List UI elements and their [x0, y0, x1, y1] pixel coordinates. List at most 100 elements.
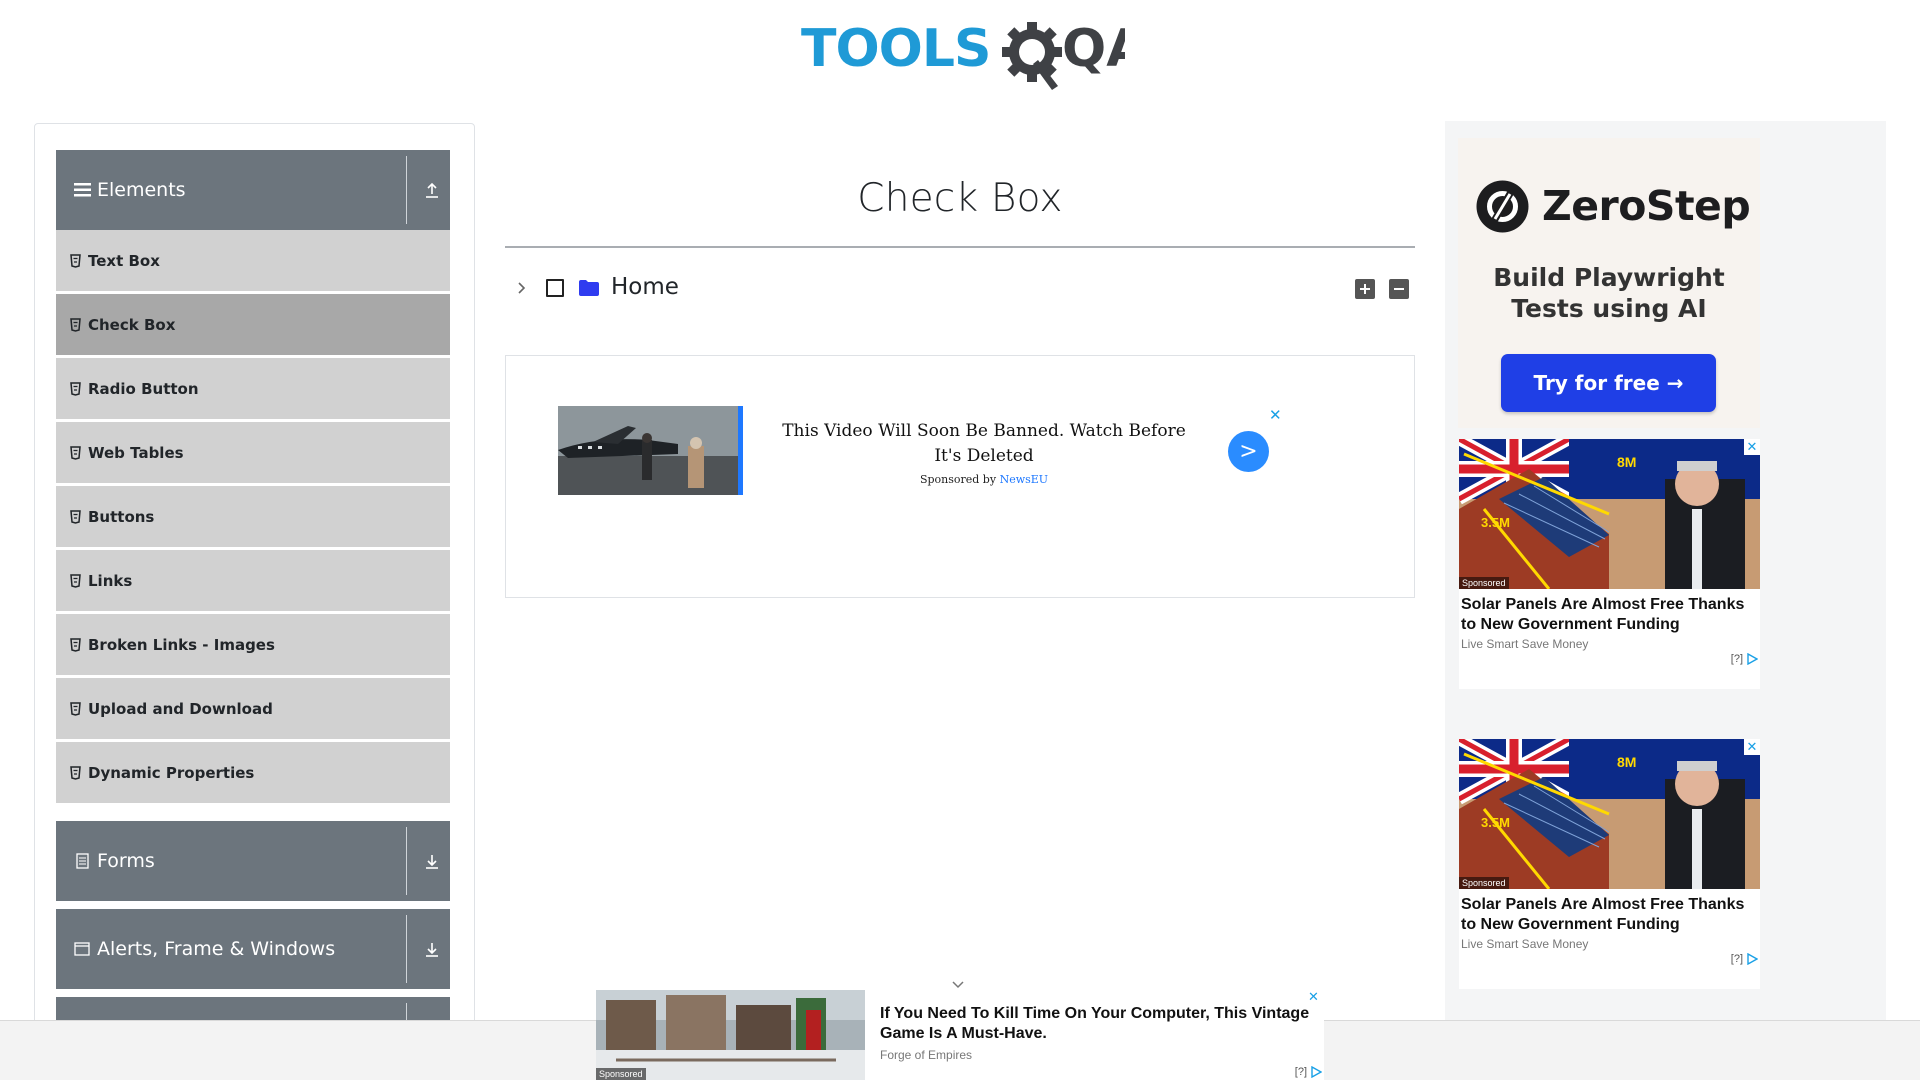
sidebar-group-forms[interactable]: Forms	[56, 821, 450, 901]
group-divider	[406, 915, 407, 983]
logo-text-primary: TOOLS	[801, 19, 990, 79]
solar-figure-big: 8M	[1617, 754, 1636, 770]
ad-close-icon[interactable]: ✕	[1269, 406, 1282, 424]
sidebar-item-label: Upload and Download	[88, 699, 273, 718]
chevron-down-icon[interactable]	[951, 975, 965, 989]
minus-icon	[1394, 288, 1404, 290]
sidebar-item-text-box[interactable]: Text Box	[56, 230, 450, 291]
solar-figure-small: 3.5M	[1481, 815, 1510, 830]
native-ad-title[interactable]: Solar Panels Are Almost Free Thanks to N…	[1461, 595, 1758, 635]
item-bullet-icon	[70, 445, 81, 460]
sidebar-item-label: Links	[88, 571, 133, 590]
download-arrow-icon[interactable]	[423, 940, 441, 958]
adchoices-link[interactable]: [?]	[1295, 1066, 1322, 1078]
toolsqa-logo[interactable]: TOOLS QA	[800, 14, 1146, 92]
bottom-sticky-ad[interactable]: Sponsored If You Need To Kill Time On Yo…	[596, 990, 1324, 1080]
sidebar-item-web-tables[interactable]: Web Tables	[56, 422, 450, 483]
zerostep-logo-icon	[1476, 180, 1529, 232]
ad-close-icon[interactable]: ✕	[1744, 439, 1760, 455]
sidebar-item-radio-button[interactable]: Radio Button	[56, 358, 450, 419]
solar-figure-small: 3.5M	[1481, 515, 1510, 530]
tree-node-home: Home	[512, 272, 1415, 308]
adchoices-label: [?]	[1730, 653, 1743, 665]
item-bullet-icon	[70, 765, 81, 780]
ad-image-game[interactable]: Sponsored	[596, 990, 865, 1080]
page-title: Check Box	[857, 176, 1063, 221]
sidebar-item-check-box[interactable]: Check Box	[56, 294, 450, 355]
zerostep-tagline: Build Playwright Tests using AI	[1493, 263, 1725, 323]
adchoices-link[interactable]: [?]	[1731, 653, 1758, 665]
sidebar-item-label: Buttons	[88, 507, 155, 526]
logo-graphic: TOOLS QA	[801, 19, 1146, 90]
download-arrow-icon[interactable]	[423, 852, 441, 870]
sidebar-group-elements[interactable]: Elements	[56, 150, 450, 230]
adchoices-icon	[1747, 953, 1758, 965]
inline-ad-box: This Video Will Soon Be Banned. Watch Be…	[505, 355, 1415, 598]
native-ad-source: Live Smart Save Money	[1461, 637, 1589, 651]
solar-figure-big: 8M	[1617, 454, 1636, 470]
sidebar-group-title: Forms	[97, 850, 155, 872]
sidebar-item-label: Web Tables	[88, 443, 184, 462]
native-ad-title[interactable]: Solar Panels Are Almost Free Thanks to N…	[1461, 895, 1758, 935]
item-bullet-icon	[70, 509, 81, 524]
ad-headline[interactable]: This Video Will Soon Be Banned. Watch Be…	[768, 419, 1200, 469]
item-bullet-icon	[70, 573, 81, 588]
chevron-right-icon[interactable]	[515, 280, 529, 296]
sidebar-group-title: Elements	[97, 179, 186, 201]
sidebar-item-label: Check Box	[88, 315, 176, 334]
sidebar-item-label: Text Box	[88, 251, 160, 270]
item-bullet-icon	[70, 253, 81, 268]
ad-image-jet[interactable]	[558, 406, 743, 495]
adchoices-icon	[1747, 653, 1758, 665]
title-divider	[505, 246, 1415, 248]
tree-node-label[interactable]: Home	[611, 274, 679, 300]
ad-close-icon[interactable]: ✕	[1308, 990, 1319, 1005]
ad-go-button[interactable]: >	[1228, 431, 1269, 472]
adchoices-label: [?]	[1294, 1066, 1307, 1078]
item-bullet-icon	[70, 381, 81, 396]
sidebar-menu-list: Text Box Check Box Radio Button Web Tabl…	[56, 230, 450, 806]
folder-icon	[578, 279, 600, 297]
logo-text-secondary: QA	[1062, 19, 1125, 79]
home-checkbox[interactable]	[546, 279, 564, 297]
sponsored-label: Sponsored	[1459, 877, 1509, 889]
ad-image-solar[interactable]: 8M 3.5M Sponsored	[1459, 739, 1760, 889]
item-bullet-icon	[70, 637, 81, 652]
sidebar-panel: Elements Text Box Check Box Radio Button…	[34, 123, 475, 1080]
bottom-ad-title[interactable]: If You Need To Kill Time On Your Compute…	[880, 1004, 1320, 1044]
hamburger-icon	[73, 181, 91, 199]
sidebar-group-alerts[interactable]: Alerts, Frame & Windows	[56, 909, 450, 989]
collapse-all-button[interactable]	[1389, 279, 1409, 299]
sidebar-item-label: Broken Links - Images	[88, 635, 275, 654]
native-ad-source: Live Smart Save Money	[1461, 937, 1589, 951]
bottom-ad-source: Forge of Empires	[880, 1048, 973, 1062]
upload-arrow-icon[interactable]	[423, 181, 441, 199]
ad-image-solar[interactable]: 8M 3.5M Sponsored	[1459, 439, 1760, 589]
zerostep-ad[interactable]: ZeroStep Build Playwright Tests using AI…	[1458, 138, 1760, 428]
expand-all-button[interactable]	[1355, 279, 1375, 299]
group-divider	[406, 827, 407, 895]
sidebar-item-links[interactable]: Links	[56, 550, 450, 611]
group-divider	[406, 156, 407, 224]
adchoices-label: [?]	[1730, 953, 1743, 965]
ad-close-icon[interactable]: ✕	[1744, 739, 1760, 755]
zerostep-brand: ZeroStep	[1542, 182, 1751, 230]
adchoices-icon	[1311, 1066, 1322, 1078]
sidebar-item-dynamic-properties[interactable]: Dynamic Properties	[56, 742, 450, 803]
native-ad-2[interactable]: 8M 3.5M Sponsored ✕ Solar Panels Are Alm…	[1459, 739, 1760, 989]
sidebar-item-upload-download[interactable]: Upload and Download	[56, 678, 450, 739]
ad-sponsor-name[interactable]: NewsEU	[1000, 473, 1049, 486]
native-ad-1[interactable]: 8M 3.5M Sponsored ✕ Solar Panels Are Alm…	[1459, 439, 1760, 689]
try-for-free-button[interactable]: Try for free →	[1501, 354, 1716, 412]
sidebar-item-buttons[interactable]: Buttons	[56, 486, 450, 547]
item-bullet-icon	[70, 317, 81, 332]
sidebar-item-broken-links[interactable]: Broken Links - Images	[56, 614, 450, 675]
window-icon	[73, 940, 91, 958]
plus-icon	[1360, 284, 1370, 294]
ad-sponsor-line: Sponsored by NewsEU	[768, 473, 1200, 486]
sidebar-item-label: Dynamic Properties	[88, 763, 255, 782]
sidebar-group-title: Alerts, Frame & Windows	[97, 938, 336, 960]
item-bullet-icon	[70, 701, 81, 716]
document-icon	[73, 852, 91, 870]
adchoices-link[interactable]: [?]	[1731, 953, 1758, 965]
